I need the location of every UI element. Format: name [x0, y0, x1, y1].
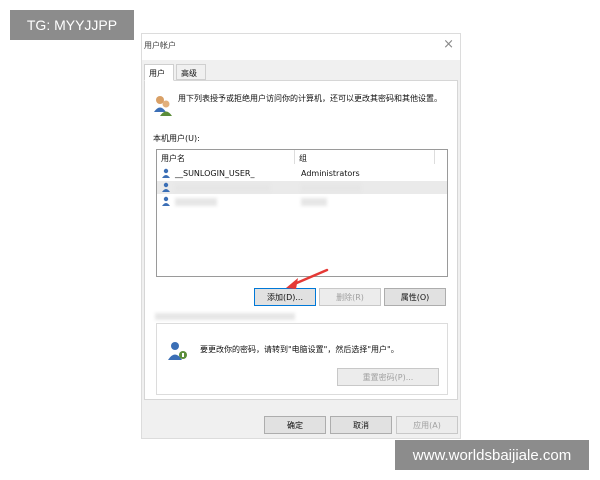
password-hint-text: 要更改你的密码，请转到"电脑设置"，然后选择"用户"。 [200, 345, 399, 354]
redacted-username [175, 184, 270, 192]
table-row[interactable]: __SUNLOGIN_USER_ Administrators [157, 167, 447, 180]
row-group: Administrators [301, 169, 360, 178]
apply-button[interactable]: 应用(A) [396, 416, 458, 434]
reset-password-button[interactable]: 重置密码(P)... [337, 368, 439, 386]
description-text: 用下列表授予或拒绝用户访问你的计算机，还可以更改其密码和其他设置。 [178, 94, 442, 103]
tab-advanced[interactable]: 高级 [176, 64, 206, 80]
table-row[interactable] [157, 195, 447, 208]
column-header-username[interactable]: 用户名 [157, 150, 295, 164]
user-accounts-dialog: 用户帐户 × 用户 高级 用下列表授予或拒绝用户访问你的计算机，还可以更改其密码… [141, 33, 461, 439]
user-icon [162, 168, 170, 178]
properties-button[interactable]: 属性(O) [384, 288, 446, 306]
column-header-group[interactable]: 组 [295, 150, 435, 164]
redacted-username [175, 198, 217, 206]
user-icon [162, 182, 170, 192]
remove-button[interactable]: 删除(R) [319, 288, 381, 306]
user-password-icon [168, 342, 187, 360]
users-icon [154, 96, 172, 116]
table-row[interactable] [157, 181, 447, 194]
cancel-button[interactable]: 取消 [330, 416, 392, 434]
password-groupbox: 要更改你的密码，请转到"电脑设置"，然后选择"用户"。 重置密码(P)... [156, 323, 448, 395]
row-username: __SUNLOGIN_USER_ [175, 169, 255, 178]
users-panel: 用下列表授予或拒绝用户访问你的计算机，还可以更改其密码和其他设置。 本机用户(U… [144, 80, 458, 400]
add-button[interactable]: 添加(D)... [254, 288, 316, 306]
redacted-group [301, 198, 327, 206]
redacted-group [301, 184, 361, 192]
user-icon [162, 196, 170, 206]
title-bar: 用户帐户 × [142, 34, 460, 60]
tab-users[interactable]: 用户 [144, 64, 174, 81]
close-icon[interactable]: × [443, 37, 454, 52]
watermark-top: TG: MYYJJPP [10, 10, 134, 40]
redacted-group-title [155, 313, 295, 320]
dialog-title: 用户帐户 [144, 41, 176, 50]
watermark-bottom: www.worldsbaijiale.com [395, 440, 589, 470]
ok-button[interactable]: 确定 [264, 416, 326, 434]
user-listbox[interactable]: 用户名 组 __SUNLOGIN_USER_ Administrators [156, 149, 448, 277]
local-users-label: 本机用户(U): [153, 134, 200, 143]
